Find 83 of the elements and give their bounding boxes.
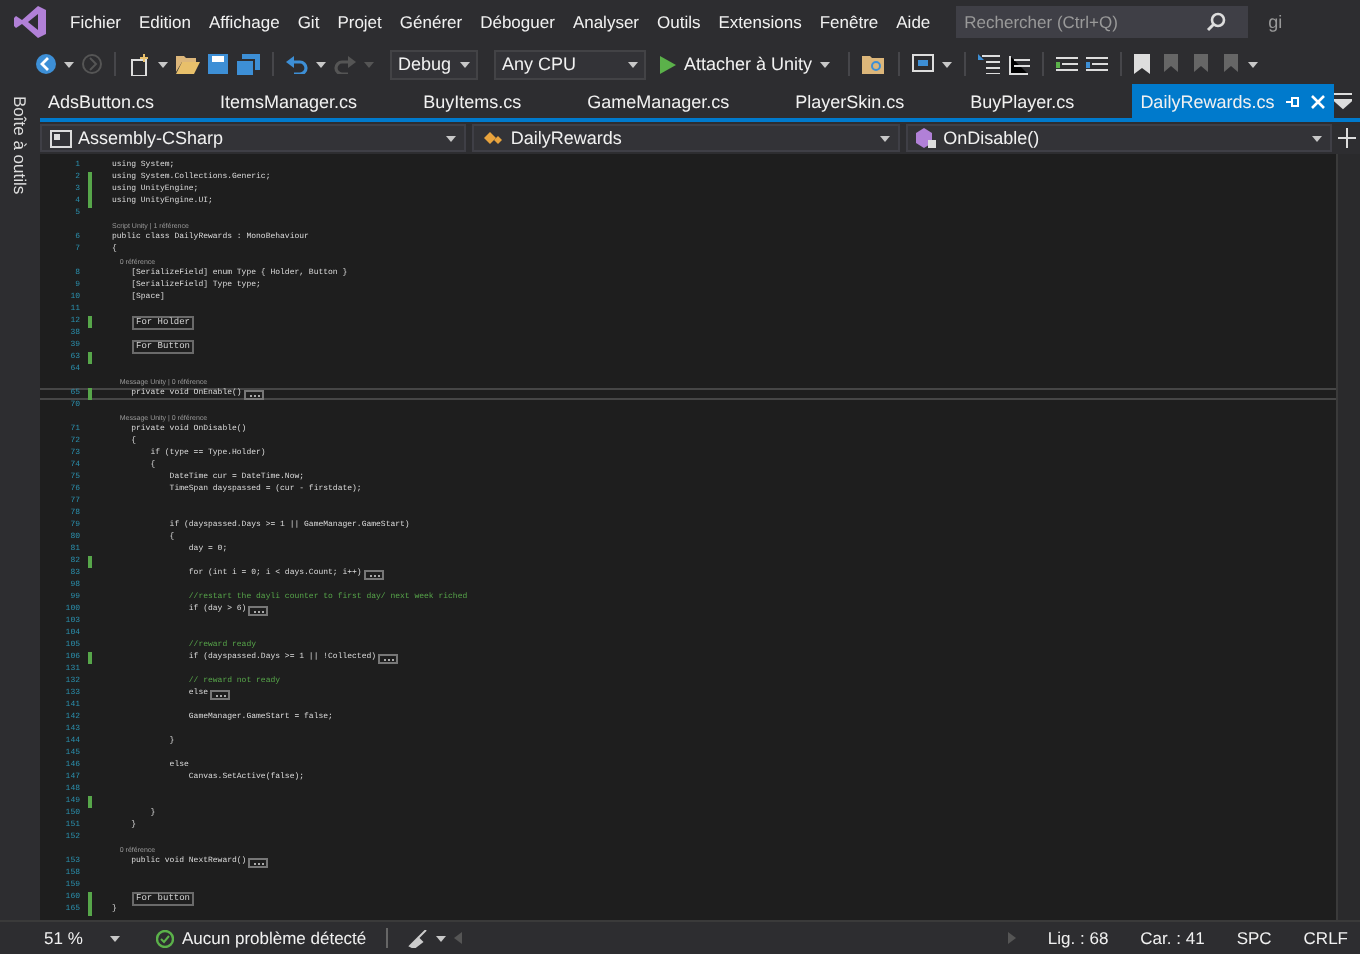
project-dropdown[interactable]: Assembly-CSharp (40, 124, 467, 152)
collapsed-code-icon[interactable] (248, 605, 269, 615)
menu-item[interactable]: Edition (131, 12, 202, 32)
side-panel-tab[interactable]: Boîte à outils (10, 96, 30, 195)
configuration-dropdown[interactable]: Debug (390, 49, 478, 79)
bookmark-clear-icon[interactable] (1218, 54, 1241, 74)
column-status: Car. : 41 (1140, 928, 1205, 948)
line-ending-status[interactable]: CRLF (1303, 928, 1348, 948)
whitespace-status[interactable]: SPC (1236, 928, 1272, 948)
file-tab[interactable]: PlayerSkin.cs (787, 84, 963, 118)
menu-item[interactable]: Outils (649, 12, 711, 32)
bookmark-icon[interactable] (1134, 54, 1151, 74)
caret-icon (436, 933, 447, 943)
screen-icon[interactable] (912, 54, 935, 74)
comment-icon[interactable] (1056, 54, 1079, 74)
app-logo-icon (12, 4, 48, 40)
scrollbar[interactable] (1336, 154, 1360, 920)
file-tab[interactable]: GameManager.cs (579, 84, 788, 118)
menu-item[interactable]: Fenêtre (811, 12, 889, 32)
menu-item[interactable]: Extensions (710, 12, 812, 32)
collapsed-code-icon[interactable] (248, 857, 269, 867)
platform-dropdown[interactable]: Any CPU (494, 49, 646, 79)
bookmark-next-icon[interactable] (1188, 54, 1211, 74)
account-text: gi (1268, 12, 1283, 32)
collapsed-code-icon[interactable] (378, 653, 399, 663)
menu-item[interactable]: Analyser (564, 12, 650, 32)
split-icon[interactable] (1337, 128, 1356, 148)
class-icon (482, 128, 505, 148)
tab-list-icon[interactable] (1334, 92, 1353, 110)
undo-icon[interactable] (286, 54, 308, 74)
open-folder-icon[interactable] (176, 54, 200, 74)
caret-icon (942, 59, 953, 69)
collapsed-code-icon[interactable] (243, 389, 264, 399)
search-icon (1206, 12, 1227, 32)
type-dropdown[interactable]: DailyRewards (472, 124, 900, 152)
menu-item[interactable]: Fichier (62, 12, 132, 32)
line-number-status: Lig. : 68 (1047, 928, 1109, 948)
caret-icon (628, 59, 638, 69)
caret-icon (1248, 59, 1259, 69)
member-dropdown[interactable]: OnDisable() (905, 124, 1332, 152)
project-icon (50, 128, 72, 148)
menu-item[interactable]: Déboguer (472, 12, 565, 32)
caret-icon (316, 59, 326, 69)
file-tab[interactable]: AdsButton.cs (40, 84, 213, 118)
uncomment-icon[interactable] (1086, 54, 1109, 74)
file-tab[interactable]: ItemsManager.cs (212, 84, 416, 118)
caret-icon (820, 59, 831, 69)
menu-item[interactable]: Générer (391, 12, 473, 32)
check-circle-icon (156, 929, 174, 947)
folder-search-icon[interactable] (862, 54, 887, 74)
close-icon[interactable] (1310, 93, 1327, 109)
menu-item[interactable]: Git (289, 12, 330, 32)
zoom-dropdown[interactable]: 51 % (44, 928, 120, 948)
caret-icon (446, 133, 457, 143)
file-tab[interactable]: BuyPlayer.cs (962, 84, 1133, 118)
play-icon (660, 55, 676, 73)
pin-icon[interactable] (1284, 93, 1301, 109)
save-icon[interactable] (208, 54, 228, 74)
caret-icon (879, 133, 890, 143)
save-all-icon[interactable] (236, 53, 260, 75)
caret-icon (64, 59, 74, 69)
caret-icon (364, 59, 374, 69)
menu-item[interactable]: Projet (329, 12, 392, 32)
menu-item[interactable]: Affichage (201, 12, 290, 32)
method-icon (915, 128, 938, 148)
menu-item[interactable]: Aide (888, 12, 941, 32)
file-tab[interactable]: BuyItems.cs (415, 84, 580, 118)
search-field[interactable]: Rechercher (Ctrl+Q) (956, 6, 1249, 38)
caret-icon (158, 59, 168, 69)
file-tab[interactable]: DailyRewards.cs (1132, 84, 1335, 118)
list-icon[interactable] (978, 54, 1001, 74)
collapsed-code-icon[interactable] (210, 689, 231, 699)
new-item-icon[interactable] (128, 53, 150, 75)
caret-icon (110, 933, 120, 943)
collapsed-code-icon[interactable] (363, 569, 384, 579)
back-icon[interactable] (36, 54, 56, 74)
attach-button[interactable]: Attacher à Unity (654, 49, 837, 79)
problems-status[interactable]: Aucun problème détecté (182, 928, 367, 948)
bookmark-prev-icon[interactable] (1158, 54, 1181, 74)
tree-list-icon[interactable] (1008, 53, 1031, 75)
caret-icon (1311, 133, 1322, 143)
brush-icon[interactable] (408, 929, 429, 947)
caret-icon (460, 59, 470, 69)
